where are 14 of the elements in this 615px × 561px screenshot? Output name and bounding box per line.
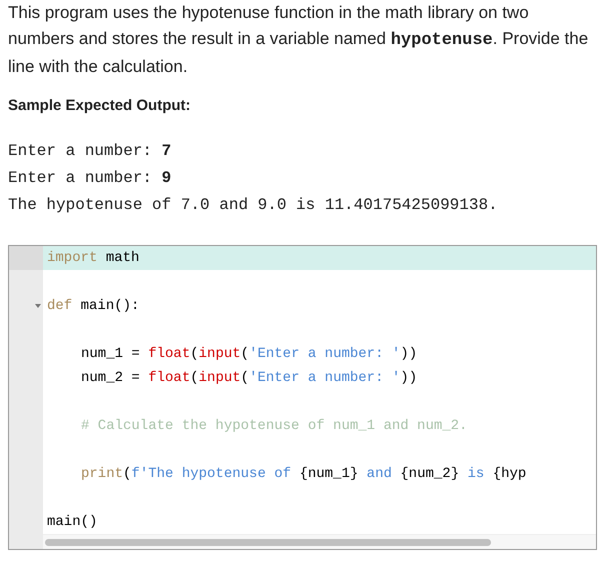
code-line: num_2 = float(input('Enter a number: ')) xyxy=(80,369,418,388)
code-line: num_1 = float(input('Enter a number: ')) xyxy=(80,345,418,364)
code-line: print(f'The hypotenuse of {num_1} and {num_2} is {hyp xyxy=(80,465,528,484)
fold-caret-icon[interactable] xyxy=(35,304,41,309)
instructions-paragraph: This program uses the hypotenuse function in the math library on two numbers and stores the result in a variable named hypotenuse. Provide the line with the calculation. xyxy=(8,2,590,78)
output-heading: Sample Expected Output: xyxy=(8,96,192,116)
output-line: Enter a number: 9 xyxy=(8,168,172,189)
code-line: def main(): xyxy=(46,297,140,316)
output-line: The hypotenuse of 7.0 and 9.0 is 11.40175425099138. xyxy=(8,195,499,216)
code-line: # Calculate the hypotenuse of num_1 and num_2. xyxy=(80,417,468,436)
code-line: main() xyxy=(46,513,98,532)
code-editor[interactable] xyxy=(8,245,597,550)
output-line: Enter a number: 7 xyxy=(8,141,172,162)
horizontal-scrollbar-thumb[interactable] xyxy=(45,538,491,546)
